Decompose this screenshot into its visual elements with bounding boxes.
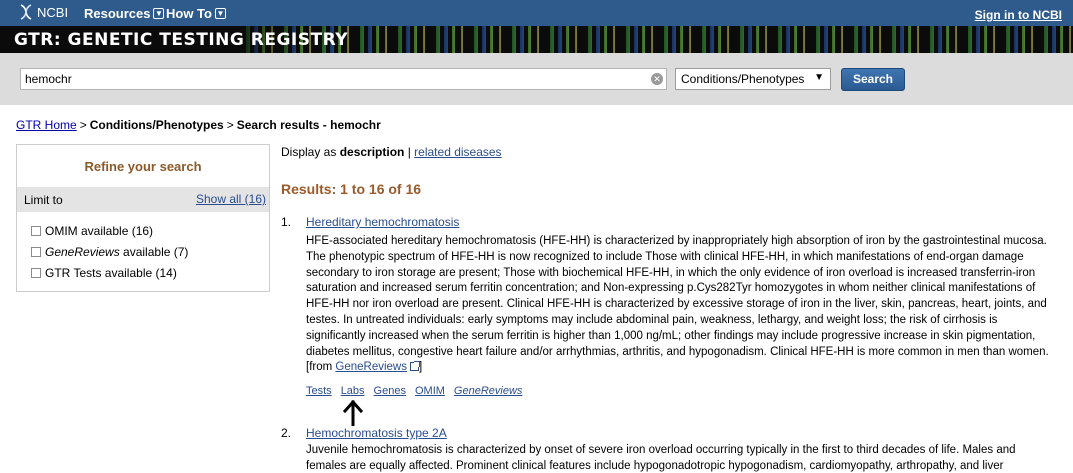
- genereviews-checkbox[interactable]: [31, 247, 41, 257]
- genereviews-link[interactable]: GeneReviews: [454, 385, 522, 397]
- filter-gtr-tests-label: GTR Tests available (14): [45, 266, 177, 280]
- filter-omim[interactable]: OMIM available (16): [31, 224, 153, 238]
- search-input[interactable]: [20, 68, 667, 90]
- result-title-link[interactable]: Hemochromatosis type 2A: [306, 426, 447, 440]
- chevron-down-icon: ▼: [153, 8, 165, 19]
- dropdown-arrow-icon: ▼: [814, 72, 824, 83]
- up-arrow-icon: [343, 400, 363, 426]
- refine-title: Refine your search: [84, 159, 202, 174]
- clear-search-icon[interactable]: ✕: [651, 73, 663, 85]
- database-select[interactable]: Conditions/Phenotypes ▼: [675, 68, 831, 90]
- how-to-menu[interactable]: How To ▼: [166, 6, 226, 21]
- display-options: Display as description | related disease…: [281, 145, 502, 159]
- chevron-down-icon: ▼: [214, 8, 226, 19]
- refine-sidebar: Refine your search Limit to Show all (16…: [16, 144, 270, 292]
- genes-link[interactable]: Genes: [374, 385, 406, 397]
- ncbi-top-bar: NCBI Resources ▼ How To ▼ Sign in to NCB…: [0, 0, 1073, 26]
- omim-checkbox[interactable]: [31, 226, 41, 236]
- gtr-tests-checkbox[interactable]: [31, 268, 41, 278]
- limit-bar: Limit to Show all (16): [17, 187, 269, 212]
- labs-link[interactable]: Labs: [341, 385, 365, 397]
- related-diseases-link[interactable]: related diseases: [414, 145, 501, 159]
- result-links: Tests Labs Genes OMIM GeneReviews: [306, 385, 522, 397]
- search-area: ✕ Conditions/Phenotypes ▼ Search: [0, 53, 1073, 105]
- result-description: HFE-associated hereditary hemochromatosi…: [306, 235, 1049, 374]
- gtr-banner: GTR: GENETIC TESTING REGISTRY: [0, 26, 1073, 53]
- result-description: Juvenile hemochromatosis is characterize…: [306, 444, 1016, 472]
- ncbi-dna-icon: [20, 4, 32, 20]
- breadcrumb-gtr-home[interactable]: GTR Home: [16, 118, 77, 132]
- filter-genereviews[interactable]: GeneReviews available (7): [31, 245, 188, 259]
- database-select-value: Conditions/Phenotypes: [681, 72, 805, 86]
- result-number: 2.: [281, 426, 292, 440]
- banner-dna-image: [240, 26, 1073, 53]
- gtr-banner-title[interactable]: GTR: GENETIC TESTING REGISTRY: [14, 30, 348, 50]
- result-title-link[interactable]: Hereditary hemochromatosis: [306, 215, 459, 229]
- external-link-icon: [409, 361, 420, 372]
- breadcrumb-conditions: Conditions/Phenotypes: [89, 118, 224, 132]
- filter-gtr-tests[interactable]: GTR Tests available (14): [31, 266, 177, 280]
- resources-menu-label: Resources: [84, 6, 151, 21]
- how-to-menu-label: How To: [166, 6, 212, 21]
- ncbi-logo[interactable]: NCBI: [18, 4, 68, 20]
- genereviews-source-link[interactable]: GeneReviews: [335, 361, 407, 373]
- limit-label: Limit to: [24, 193, 63, 207]
- result-number: 1.: [281, 215, 292, 229]
- resources-menu[interactable]: Resources ▼: [84, 6, 165, 21]
- results-heading: Results: 1 to 16 of 16: [281, 181, 422, 197]
- filter-genereviews-label: GeneReviews available (7): [45, 245, 189, 259]
- filter-omim-label: OMIM available (16): [45, 224, 154, 238]
- search-button[interactable]: Search: [841, 68, 905, 91]
- ncbi-logo-text: NCBI: [37, 4, 69, 20]
- tests-link[interactable]: Tests: [306, 385, 332, 397]
- breadcrumb: GTR Home > Conditions/Phenotypes > Search re…: [16, 118, 381, 132]
- display-mode: description: [339, 145, 405, 159]
- sign-in-link[interactable]: Sign in to NCBI: [975, 8, 1062, 22]
- show-all-link[interactable]: Show all (16): [196, 192, 266, 206]
- omim-link[interactable]: OMIM: [415, 385, 445, 397]
- breadcrumb-current: Search results - hemochr: [236, 118, 381, 132]
